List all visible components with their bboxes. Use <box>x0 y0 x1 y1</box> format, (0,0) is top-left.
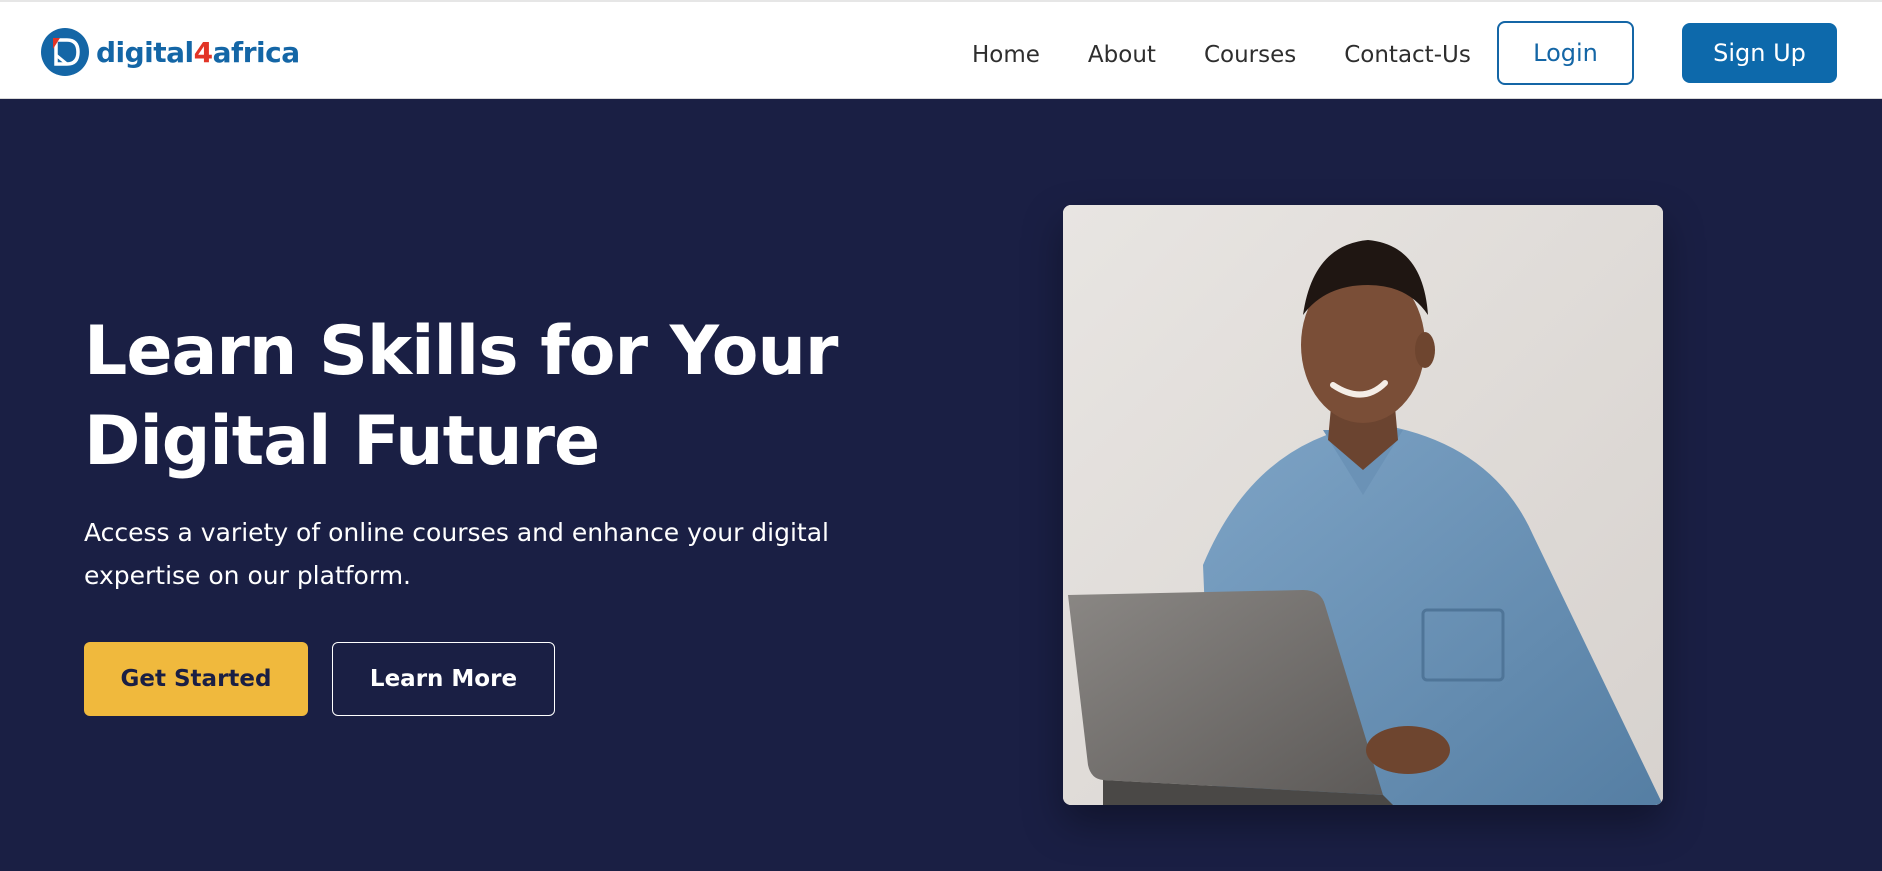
hero-title-line1: Learn Skills for Your <box>84 312 838 391</box>
nav-item-contact-us[interactable]: Contact-Us <box>1344 42 1471 68</box>
hero-subtitle-line1: Access a variety of online courses and e… <box>84 518 829 547</box>
signup-button[interactable]: Sign Up <box>1682 23 1837 83</box>
brand-name-suffix: africa <box>212 35 300 69</box>
brand-name-prefix: digital <box>96 35 194 69</box>
nav-item-courses[interactable]: Courses <box>1204 42 1296 68</box>
site-header: digital 4 africa Home About Courses Contac… <box>0 0 1882 99</box>
hero-photo-man-with-laptop <box>1063 205 1663 805</box>
hero-subtitle: Access a variety of online courses and e… <box>84 511 844 597</box>
hero-title: Learn Skills for Your Digital Future <box>84 307 844 487</box>
nav-item-about[interactable]: About <box>1088 42 1156 68</box>
digital4africa-logo-icon <box>41 28 89 76</box>
brand-name: digital 4 africa <box>96 36 300 69</box>
hero-section: Learn Skills for Your Digital Future Acc… <box>0 99 1882 871</box>
brand-name-number: 4 <box>193 35 213 69</box>
main-nav: Home About Courses Contact-Us <box>972 40 1471 70</box>
learn-more-button[interactable]: Learn More <box>332 642 555 716</box>
brand-logo[interactable]: digital 4 africa <box>40 26 300 78</box>
hero-title-line2: Digital Future <box>84 402 600 481</box>
login-button[interactable]: Login <box>1497 21 1634 85</box>
get-started-button[interactable]: Get Started <box>84 642 308 716</box>
hero-subtitle-line2: expertise on our platform. <box>84 561 411 590</box>
hero-photo-illustration <box>1063 205 1663 805</box>
nav-item-home[interactable]: Home <box>972 42 1040 68</box>
